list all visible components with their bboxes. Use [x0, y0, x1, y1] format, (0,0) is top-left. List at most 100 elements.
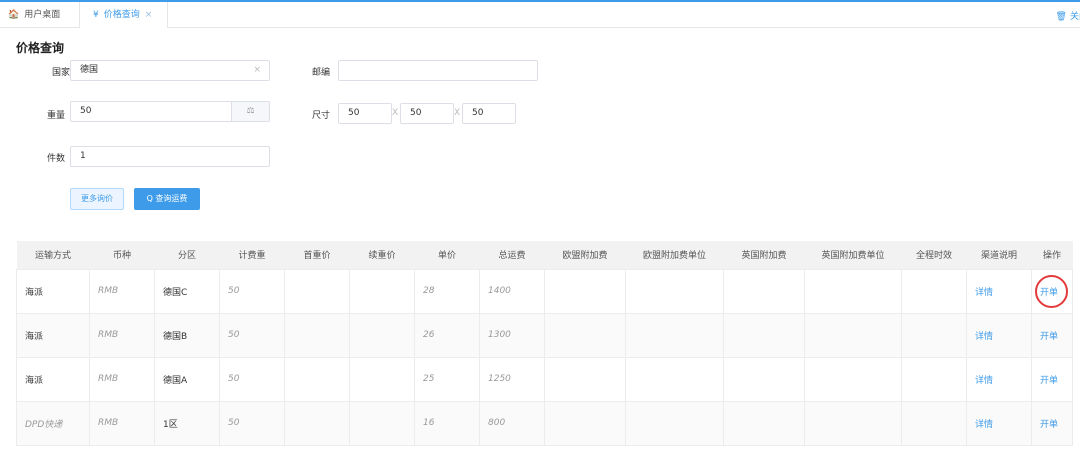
country-select[interactable]: 德国 × — [70, 60, 270, 81]
close-all-button[interactable]: 🗑关闭 — [1056, 4, 1080, 30]
cell-eu-fee — [544, 400, 626, 446]
cell-eu-unit — [625, 400, 724, 446]
trash-icon: 🗑 — [1055, 12, 1067, 22]
cell-zone: 德国C — [154, 268, 220, 314]
cell-first-price — [284, 268, 350, 314]
cell-total: 800 — [479, 400, 545, 446]
open-order-link[interactable]: 开单 — [1040, 376, 1058, 386]
column-header: 英国附加费单位 — [804, 241, 902, 269]
column-header: 英国附加费 — [723, 241, 805, 269]
tab-price-query[interactable]: ¥ 价格查询 × — [79, 0, 168, 28]
column-header: 欧盟附加费 — [544, 241, 626, 269]
column-header: 运输方式 — [16, 241, 90, 269]
clear-icon[interactable]: × — [253, 61, 261, 80]
cell-time — [901, 268, 967, 314]
cell-currency: RMB — [89, 400, 155, 446]
size-separator: X — [392, 108, 399, 118]
table-row: 海派 RMB 德国B 50 26 1300 详情 开单 — [16, 312, 1073, 358]
highlight-circle — [1035, 274, 1068, 308]
cell-unit-price: 28 — [414, 268, 480, 314]
tab-user-desktop[interactable]: 🏠 用户桌面 — [8, 2, 78, 28]
table-row: DPD快递 RMB 1区 50 16 800 详情 开单 — [16, 400, 1073, 446]
cell-eu-fee — [544, 312, 626, 358]
column-header: 欧盟附加费单位 — [625, 241, 724, 269]
size-width-input[interactable]: 50 — [400, 103, 454, 124]
cell-uk-unit — [804, 312, 902, 358]
cell-weight: 50 — [219, 400, 285, 446]
cell-weight: 50 — [219, 312, 285, 358]
scale-icon[interactable]: ⚖ — [231, 102, 269, 121]
cell-zone: 德国A — [154, 356, 220, 402]
cell-uk-unit — [804, 356, 902, 402]
postcode-input[interactable] — [338, 60, 538, 81]
open-order-link[interactable]: 开单 — [1040, 332, 1058, 342]
open-order-link[interactable]: 开单 — [1040, 420, 1058, 430]
cell-eu-unit — [625, 356, 724, 402]
close-all-label: 关闭 — [1069, 12, 1080, 22]
tab-label: 价格查询 — [103, 10, 140, 20]
cell-first-price — [284, 356, 350, 402]
yen-icon: ¥ — [93, 10, 99, 20]
cell-uk-fee — [723, 400, 805, 446]
detail-link[interactable]: 详情 — [975, 420, 993, 430]
cell-eu-fee — [544, 356, 626, 402]
close-icon[interactable]: × — [145, 2, 153, 28]
column-header: 分区 — [154, 241, 220, 269]
cell-total: 1300 — [479, 312, 545, 358]
pieces-label: 件数 — [46, 154, 65, 164]
detail-link[interactable]: 详情 — [975, 288, 993, 298]
cell-uk-fee — [723, 356, 805, 402]
cell-method: DPD快递 — [16, 400, 90, 446]
pieces-input[interactable]: 1 — [70, 146, 270, 167]
cell-method: 海派 — [16, 268, 90, 314]
page-title: 价格查询 — [16, 41, 65, 55]
tab-label: 用户桌面 — [24, 10, 61, 20]
cell-weight: 50 — [219, 356, 285, 402]
tab-bar: 🏠 用户桌面 ¥ 价格查询 × 🗑关闭 — [0, 0, 1080, 30]
cell-time — [901, 356, 967, 402]
cell-currency: RMB — [89, 356, 155, 402]
cell-total: 1250 — [479, 356, 545, 402]
cell-eu-unit — [625, 268, 724, 314]
column-header: 续重价 — [349, 241, 415, 269]
column-header: 渠道说明 — [966, 241, 1032, 269]
cell-weight: 50 — [219, 268, 285, 314]
cell-uk-fee — [723, 312, 805, 358]
column-header: 计费重 — [219, 241, 285, 269]
cell-eu-fee — [544, 268, 626, 314]
postcode-label: 邮编 — [311, 68, 330, 78]
size-height-value: 50 — [472, 108, 484, 118]
column-header: 总运费 — [479, 241, 545, 269]
country-value: 德国 — [80, 65, 99, 75]
home-icon: 🏠 — [8, 10, 20, 20]
size-length-value: 50 — [348, 108, 360, 118]
query-freight-label: 查询运费 — [155, 194, 188, 203]
size-length-input[interactable]: 50 — [338, 103, 392, 124]
cell-method: 海派 — [16, 312, 90, 358]
size-label: 尺寸 — [311, 111, 330, 121]
cell-uk-fee — [723, 268, 805, 314]
cell-uk-unit — [804, 400, 902, 446]
cell-method: 海派 — [16, 356, 90, 402]
detail-link[interactable]: 详情 — [975, 332, 993, 342]
size-height-input[interactable]: 50 — [462, 103, 516, 124]
table-row: 海派 RMB 德国C 50 28 1400 详情 开单 — [16, 268, 1073, 314]
cell-next-price — [349, 268, 415, 314]
cell-unit-price: 25 — [414, 356, 480, 402]
query-freight-button[interactable]: Q 查询运费 — [134, 188, 200, 210]
size-width-value: 50 — [410, 108, 422, 118]
cell-uk-unit — [804, 268, 902, 314]
cell-next-price — [349, 356, 415, 402]
detail-link[interactable]: 详情 — [975, 376, 993, 386]
results-table: 运输方式 币种 分区 计费重 首重价 续重价 单价 总运费 欧盟附加费 欧盟附加… — [16, 241, 1073, 446]
weight-value: 50 — [80, 106, 92, 116]
column-header: 单价 — [414, 241, 480, 269]
column-header: 全程时效 — [901, 241, 967, 269]
column-header: 操作 — [1031, 241, 1073, 269]
weight-label: 重量 — [46, 111, 65, 121]
weight-input[interactable]: 50 ⚖ — [70, 101, 270, 122]
cell-zone: 德国B — [154, 312, 220, 358]
table-header-row: 运输方式 币种 分区 计费重 首重价 续重价 单价 总运费 欧盟附加费 欧盟附加… — [16, 241, 1073, 269]
country-label: 国家 — [51, 68, 70, 78]
more-inquiry-button[interactable]: 更多询价 — [70, 188, 124, 210]
